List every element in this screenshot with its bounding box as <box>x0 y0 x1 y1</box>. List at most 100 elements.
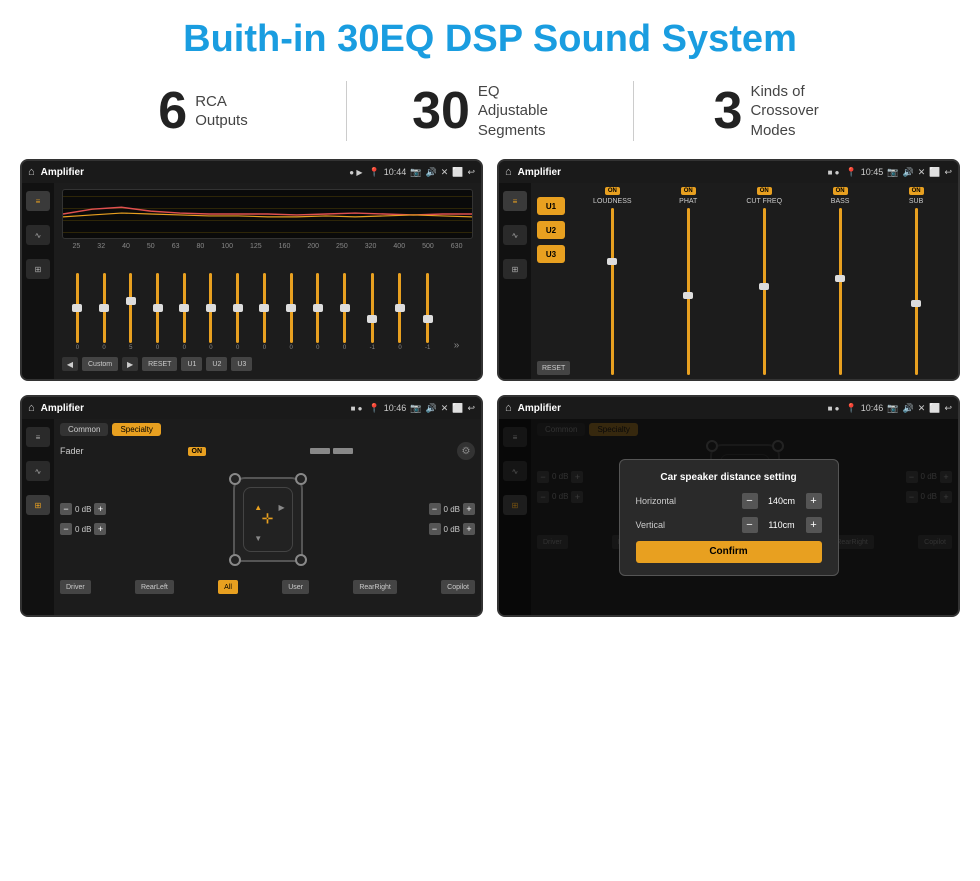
dialog-vertical-minus[interactable]: − <box>742 517 758 533</box>
eq-custom-btn[interactable]: Custom <box>82 357 118 371</box>
xover-bass-thumb[interactable] <box>835 275 845 282</box>
eq-u3-btn[interactable]: U3 <box>231 357 252 371</box>
eq-thumb-0[interactable] <box>72 304 82 312</box>
xover-phat-track[interactable] <box>687 208 690 375</box>
center-cross-icon[interactable]: ✛ <box>262 511 274 528</box>
dialog-horizontal-minus[interactable]: − <box>742 493 758 509</box>
fader-vol-br-plus[interactable]: + <box>463 523 475 535</box>
eq-u1-btn[interactable]: U1 <box>181 357 202 371</box>
fader-tab-specialty[interactable]: Specialty <box>112 423 160 436</box>
eq-thumb-7[interactable] <box>259 304 269 312</box>
xover-sidebar-wave-btn[interactable]: ∿ <box>503 225 527 245</box>
eq-next-btn[interactable]: ▶ <box>122 357 138 371</box>
fader-vol-bl-minus[interactable]: − <box>60 523 72 535</box>
eq-thumb-11[interactable] <box>367 315 377 323</box>
fader-vol-tr-plus[interactable]: + <box>463 503 475 515</box>
eq-thumb-6[interactable] <box>233 304 243 312</box>
xover-sub-thumb[interactable] <box>911 300 921 307</box>
eq-freq-500: 500 <box>422 243 434 250</box>
xover-loudness-thumb[interactable] <box>607 258 617 265</box>
fader-vol-tr: − 0 dB + <box>429 503 475 515</box>
car-arrow-down[interactable]: ▼ <box>254 534 262 543</box>
fader-rearright-btn[interactable]: RearRight <box>353 580 397 594</box>
fader-content: ≡ ∿ ⊞ Common Specialty Fader ON ⚙ <box>22 419 481 615</box>
eq-freq-160: 160 <box>279 243 291 250</box>
eq-track-10[interactable] <box>343 273 346 343</box>
eq-sidebar-eq-btn[interactable]: ≡ <box>26 191 50 211</box>
eq-thumb-3[interactable] <box>153 304 163 312</box>
xover-sub-name: SUB <box>909 198 923 205</box>
xover-u3-btn[interactable]: U3 <box>537 245 565 263</box>
car-arrow-right[interactable]: ▶ <box>279 503 285 512</box>
fader-settings-icon[interactable]: ⚙ <box>457 442 475 460</box>
eq-track-6[interactable] <box>236 273 239 343</box>
eq-track-0[interactable] <box>76 273 79 343</box>
xover-sidebar-spk-btn[interactable]: ⊞ <box>503 259 527 279</box>
fader-sidebar-spk-btn[interactable]: ⊞ <box>26 495 50 515</box>
stat-rca-number: 6 <box>158 85 187 137</box>
xover-loudness-track[interactable] <box>611 208 614 375</box>
fader-user-btn[interactable]: User <box>282 580 309 594</box>
dialog-horizontal-plus[interactable]: + <box>806 493 822 509</box>
eq-track-4[interactable] <box>183 273 186 343</box>
eq-thumb-12[interactable] <box>395 304 405 312</box>
eq-track-7[interactable] <box>263 273 266 343</box>
fader-rearleft-btn[interactable]: RearLeft <box>135 580 174 594</box>
fader-all-btn[interactable]: All <box>218 580 238 594</box>
fader-loc-icon: 📍 <box>369 403 380 414</box>
fader-vol-bl-plus[interactable]: + <box>94 523 106 535</box>
xover-u2-btn[interactable]: U2 <box>537 221 565 239</box>
fader-vol-br-minus[interactable]: − <box>429 523 441 535</box>
eq-rect-icon: ⬜ <box>452 167 463 178</box>
eq-track-11[interactable] <box>371 273 374 343</box>
fader-vol-tl: − 0 dB + <box>60 503 106 515</box>
fader-driver-btn[interactable]: Driver <box>60 580 91 594</box>
fader-vol-tr-minus[interactable]: − <box>429 503 441 515</box>
eq-track-2[interactable] <box>129 273 132 343</box>
eq-val-5: 0 <box>209 345 212 351</box>
eq-track-5[interactable] <box>209 273 212 343</box>
eq-track-9[interactable] <box>316 273 319 343</box>
eq-thumb-9[interactable] <box>313 304 323 312</box>
eq-prev-btn[interactable]: ◀ <box>62 357 78 371</box>
car-arrow-up[interactable]: ▲ <box>254 503 262 512</box>
eq-thumb-8[interactable] <box>286 304 296 312</box>
eq-sidebar-spk-btn[interactable]: ⊞ <box>26 259 50 279</box>
fader-tab-common[interactable]: Common <box>60 423 108 436</box>
fader-copilot-btn[interactable]: Copilot <box>441 580 475 594</box>
confirm-button[interactable]: Confirm <box>636 541 822 563</box>
dialog-time: 10:46 <box>861 403 884 413</box>
xover-phat-thumb[interactable] <box>683 292 693 299</box>
eq-bottom-bar: ◀ Custom ▶ RESET U1 U2 U3 <box>62 355 473 373</box>
fader-vol-tl-minus[interactable]: − <box>60 503 72 515</box>
eq-thumb-4[interactable] <box>179 304 189 312</box>
eq-track-1[interactable] <box>103 273 106 343</box>
eq-u2-btn[interactable]: U2 <box>206 357 227 371</box>
xover-u1-btn[interactable]: U1 <box>537 197 565 215</box>
dialog-vertical-plus[interactable]: + <box>806 517 822 533</box>
eq-thumb-5[interactable] <box>206 304 216 312</box>
fader-vol-tl-plus[interactable]: + <box>94 503 106 515</box>
fader-sidebar-eq-btn[interactable]: ≡ <box>26 427 50 447</box>
eq-freq-40: 40 <box>122 243 130 250</box>
eq-track-13[interactable] <box>426 273 429 343</box>
eq-sidebar-wave-btn[interactable]: ∿ <box>26 225 50 245</box>
eq-reset-btn[interactable]: RESET <box>142 357 177 371</box>
xover-sidebar-eq-btn[interactable]: ≡ <box>503 191 527 211</box>
eq-track-12[interactable] <box>398 273 401 343</box>
xover-cutfreq-thumb[interactable] <box>759 283 769 290</box>
xover-sub-track[interactable] <box>915 208 918 375</box>
eq-thumb-2[interactable] <box>126 297 136 305</box>
eq-thumb-10[interactable] <box>340 304 350 312</box>
eq-thumb-1[interactable] <box>99 304 109 312</box>
eq-track-8[interactable] <box>290 273 293 343</box>
fader-vol-bl-val: 0 dB <box>75 525 91 534</box>
xover-cutfreq-track[interactable] <box>763 208 766 375</box>
xover-bass-track[interactable] <box>839 208 842 375</box>
eq-track-3[interactable] <box>156 273 159 343</box>
fader-sidebar-wave-btn[interactable]: ∿ <box>26 461 50 481</box>
eq-val-11: -1 <box>370 345 375 351</box>
eq-thumb-13[interactable] <box>423 315 433 323</box>
xover-channels: ON LOUDNESS ON PHAT <box>576 187 952 375</box>
xover-reset-btn[interactable]: RESET <box>537 361 570 375</box>
